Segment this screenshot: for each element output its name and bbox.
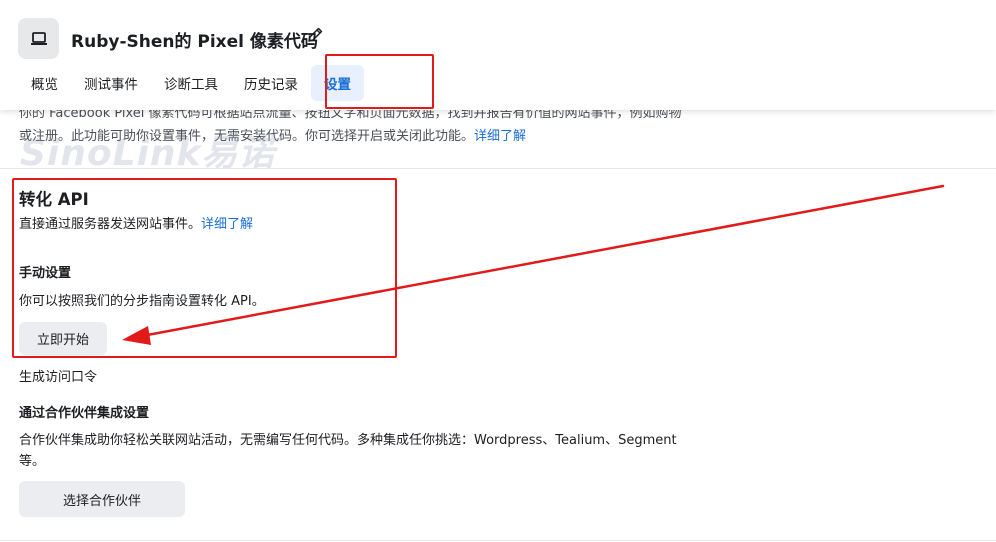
manual-setup-title: 手动设置 [19, 266, 72, 281]
tab-diagnostics[interactable]: 诊断工具 [151, 65, 231, 101]
manual-setup-text: 你可以按照我们的分步指南设置转化 API。 [19, 294, 265, 309]
partner-setup-text: 合作伙伴集成助你轻松关联网站活动，无需编写任何代码。多种集成任你挑选：Wordp… [19, 430, 739, 472]
description-line-2: 或注册。此功能可助你设置事件，无需安装代码。你可选择开启或关闭此功能。 [19, 129, 475, 144]
conversion-api-learn-more-link[interactable]: 详细了解 [201, 217, 253, 232]
bottom-divider [0, 540, 996, 541]
conversion-api-description-text: 直接通过服务器发送网站事件。 [19, 217, 202, 232]
conversion-api-title: 转化 API [19, 190, 89, 209]
partner-setup-line-1: 合作伙伴集成助你轻松关联网站活动，无需编写任何代码。多种集成任你挑选：Wordp… [19, 433, 677, 448]
pixel-header: Ruby-Shen的 Pixel 像素代码 概览 测试事件 诊断工具 历史记录 … [0, 0, 996, 110]
conversion-api-description: 直接通过服务器发送网站事件。详细了解 [19, 213, 253, 232]
tab-bar: 概览 测试事件 诊断工具 历史记录 设置 [18, 65, 364, 101]
generate-access-token-link[interactable]: 生成访问口令 [19, 366, 97, 385]
learn-more-link[interactable]: 详细了解 [474, 129, 526, 144]
pixel-title: Ruby-Shen的 Pixel 像素代码 [71, 32, 318, 52]
tab-history[interactable]: 历史记录 [231, 65, 311, 101]
section-divider [0, 168, 996, 169]
pencil-icon[interactable] [305, 25, 325, 45]
laptop-icon [18, 18, 59, 59]
partner-setup-title: 通过合作伙伴集成设置 [19, 406, 150, 421]
partner-setup-line-2: 等。 [19, 454, 46, 469]
tab-settings[interactable]: 设置 [311, 65, 364, 101]
tab-test-events[interactable]: 测试事件 [71, 65, 151, 101]
start-now-button[interactable]: 立即开始 [19, 322, 107, 355]
tab-overview[interactable]: 概览 [18, 65, 71, 101]
choose-partner-button[interactable]: 选择合作伙伴 [19, 481, 185, 517]
